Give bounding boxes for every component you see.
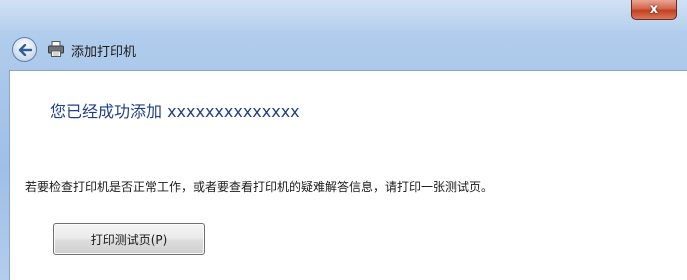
close-icon: x (649, 2, 659, 17)
printer-icon (48, 41, 64, 57)
instruction-text: 若要检查打印机是否正常工作，或者要查看打印机的疑难解答信息，请打印一张测试页。 (25, 180, 494, 194)
window-title: 添加打印机 (71, 45, 137, 60)
print-test-page-button[interactable]: 打印测试页(P) (53, 223, 205, 255)
close-button[interactable]: x (631, 0, 677, 20)
back-arrow-icon (18, 43, 32, 56)
back-button[interactable] (12, 37, 37, 62)
content-panel: 您已经成功添加 xxxxxxxxxxxxxx 若要检查打印机是否正常工作，或者要… (9, 70, 687, 280)
window-frame: x 添加打印机 您已经成功添加 xxxxxxxxxxxxxx 若要检查打印机是否… (0, 0, 687, 280)
success-heading: 您已经成功添加 xxxxxxxxxxxxxx (50, 102, 300, 121)
